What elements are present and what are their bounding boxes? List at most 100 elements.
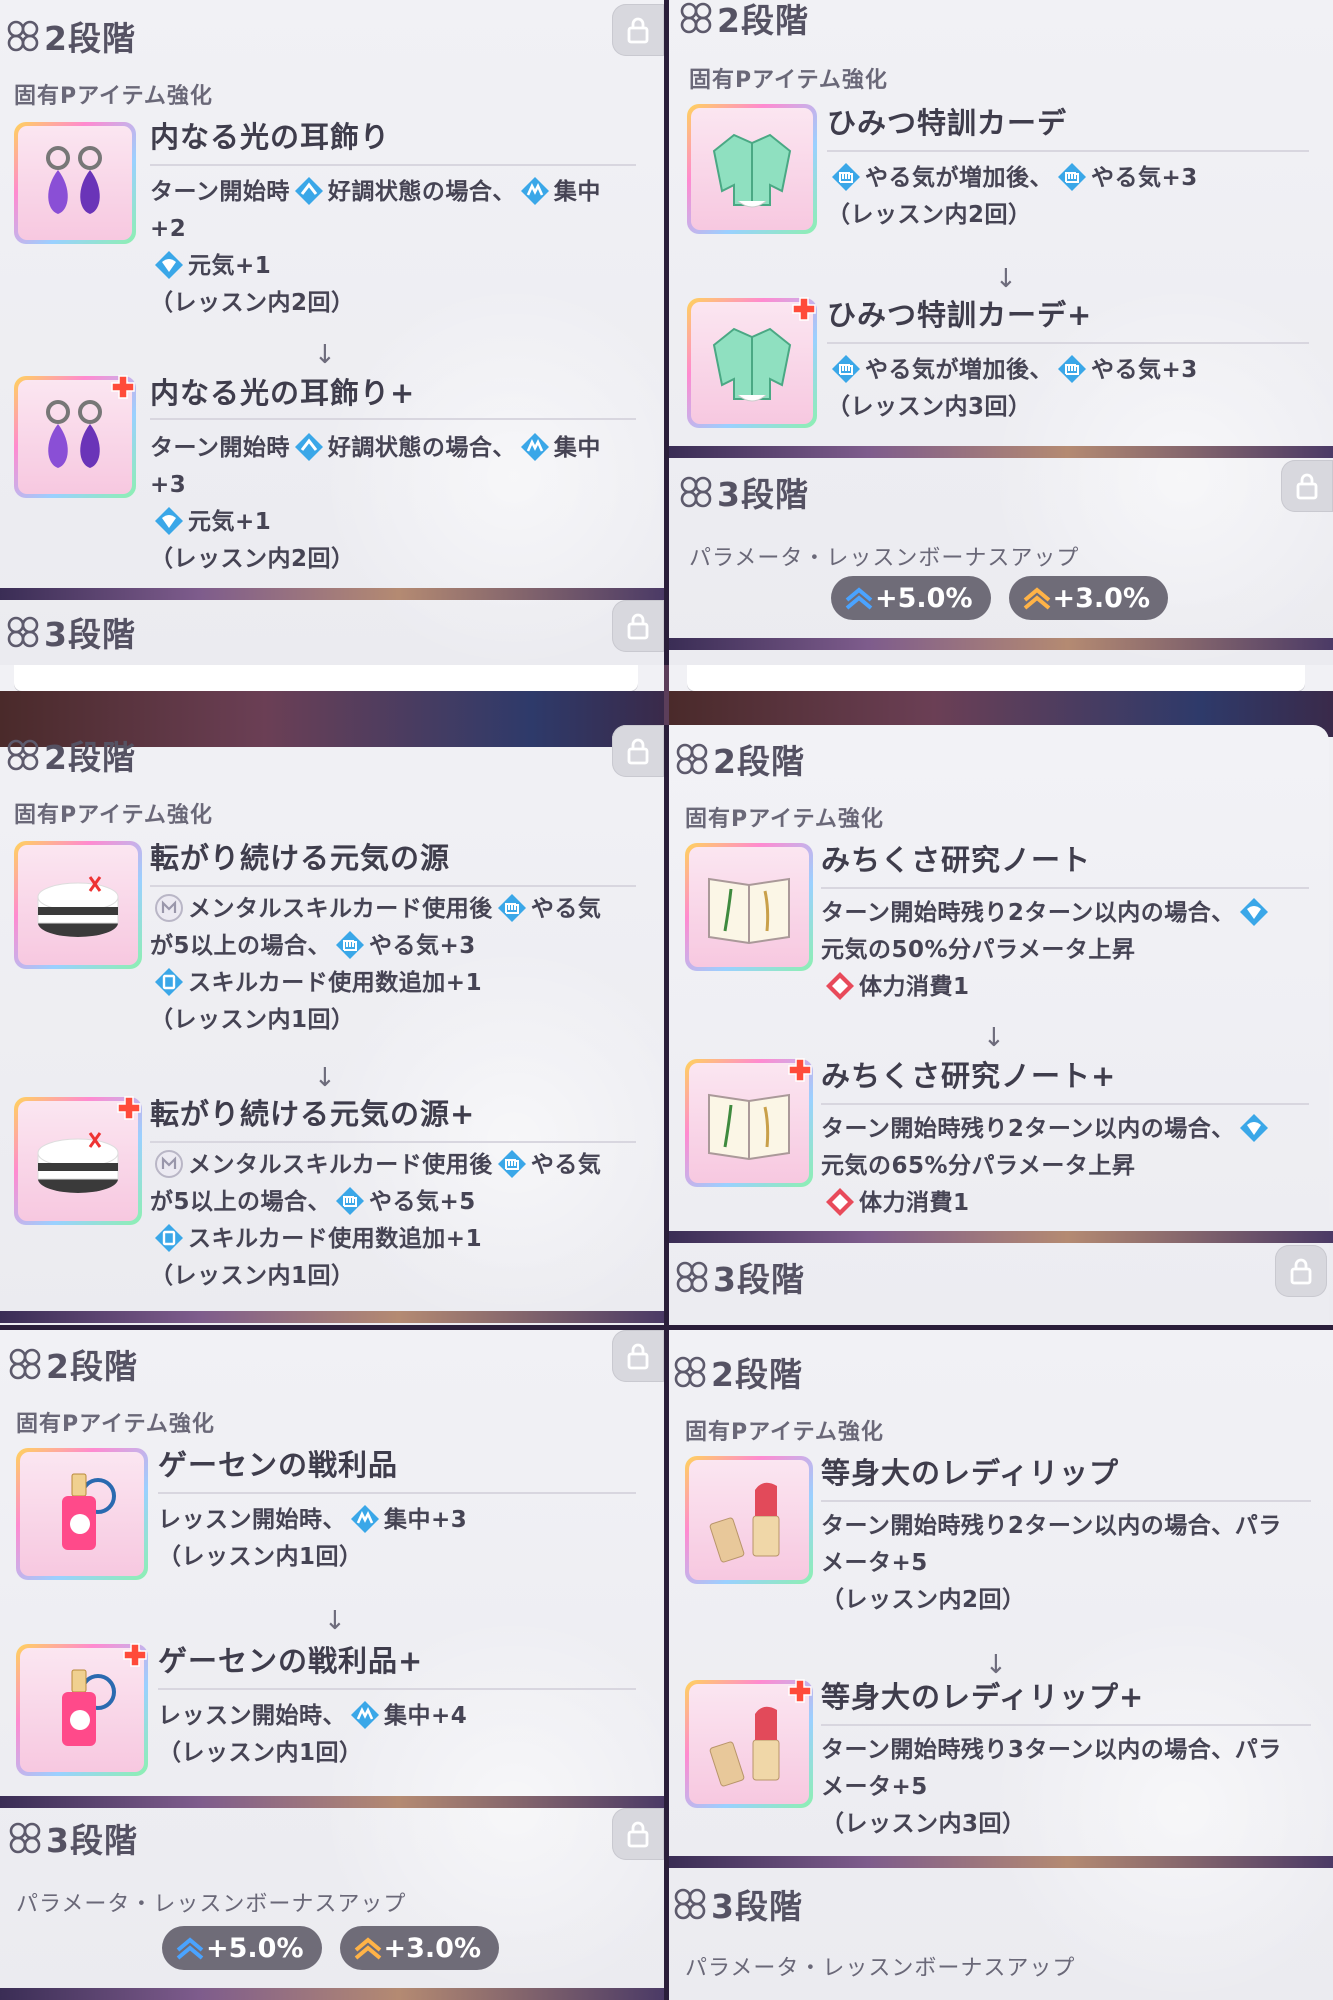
item-icon	[687, 104, 817, 234]
lock-icon[interactable]	[612, 725, 664, 777]
double-up-orange-icon	[354, 1936, 382, 1960]
item-name: 転がり続ける元気の源	[150, 841, 451, 875]
stage-title: 3段階	[44, 615, 136, 654]
bonus-label: パラメータ・レッスンボーナスアップ	[16, 1892, 407, 1917]
upgrade-arrow: ↓	[995, 264, 1017, 294]
vigor-icon	[1239, 897, 1269, 927]
effect-text: ターン開始時残り2ターン以内の場合、 元気の50%分パラメータ上昇 体力消費1	[821, 895, 1321, 1006]
bonus-orange-badge: +3.0%	[339, 1926, 500, 1970]
item-name-plus: みちくさ研究ノート+	[821, 1059, 1117, 1093]
item-name: ゲーセンの戦利品	[158, 1448, 399, 1482]
lock-icon[interactable]	[1275, 1245, 1327, 1297]
stage-3-header: 3段階	[6, 608, 136, 656]
lock-icon[interactable]	[1281, 460, 1333, 512]
section-label: 固有Pアイテム強化	[685, 1420, 884, 1445]
stage-2-header: 2段階	[6, 12, 136, 60]
stage-2-header: 2段階	[8, 1340, 138, 1388]
double-up-blue-icon	[176, 1936, 204, 1960]
effect-text: ターン開始時残り2ターン以内の場合、パラ メータ+5 （レッスン内2回）	[821, 1513, 1282, 1613]
stage-2-header: 2段階	[6, 731, 136, 779]
section-label: 固有Pアイテム強化	[16, 1412, 215, 1437]
panel-earrings: 2段階 固有Pアイテム強化 内なる光の耳飾り ターン開始時 好調状態の場合、 集中 …	[0, 0, 664, 665]
upgrade-arrow: ↓	[324, 1606, 346, 1636]
item-icon	[16, 1448, 148, 1580]
lock-icon[interactable]	[612, 1330, 664, 1382]
item-name-plus: 等身大のレディリップ+	[821, 1680, 1145, 1714]
nail-polish-icon	[62, 1669, 116, 1746]
item-icon	[14, 122, 136, 244]
item-name-plus: ひみつ特訓カーデ+	[827, 298, 1093, 332]
name-divider	[150, 418, 636, 420]
vigor-icon	[154, 250, 184, 280]
lock-icon[interactable]	[612, 1808, 664, 1860]
stage-title: 3段階	[711, 1887, 803, 1926]
mental-icon	[154, 1149, 184, 1179]
name-divider	[821, 1500, 1311, 1502]
focus-icon	[520, 432, 550, 462]
item-icon-plus	[687, 298, 817, 428]
item-icon-plus	[16, 1644, 148, 1776]
stage-title: 3段階	[46, 1821, 138, 1860]
name-divider	[827, 150, 1309, 152]
bonus-orange-badge: +3.0%	[1008, 576, 1169, 620]
vigor-icon	[1239, 1113, 1269, 1143]
section-divider	[0, 1311, 664, 1323]
section-divider	[0, 1796, 664, 1808]
clover-icon	[6, 615, 40, 649]
item-name: ひみつ特訓カーデ	[827, 106, 1068, 140]
effect-text-plus: ターン開始時残り2ターン以内の場合、 元気の65%分パラメータ上昇 体力消費1	[821, 1111, 1321, 1222]
section-divider	[669, 1856, 1333, 1868]
previous-card	[687, 665, 1305, 691]
item-icon	[685, 1456, 813, 1584]
name-divider	[821, 1724, 1311, 1726]
previous-card	[14, 665, 638, 691]
stage-2-header: 2段階	[675, 735, 805, 783]
item-name-plus: ゲーセンの戦利品+	[158, 1644, 424, 1678]
bonus-row: +5.0% +3.0%	[162, 1926, 500, 1970]
name-divider	[827, 342, 1309, 344]
section-divider	[669, 638, 1333, 650]
stage-title: 2段階	[713, 742, 805, 781]
item-icon	[14, 841, 142, 969]
card-count-icon	[154, 967, 184, 997]
lipstick-icon	[709, 1706, 780, 1787]
good-condition-icon	[294, 432, 324, 462]
name-divider	[158, 1688, 636, 1690]
name-divider	[150, 885, 636, 887]
motivation-icon	[335, 930, 365, 960]
clover-icon	[6, 738, 40, 772]
item-name-plus: 内なる光の耳飾り+	[150, 376, 416, 410]
lock-icon[interactable]	[612, 4, 664, 56]
stage-title: 3段階	[717, 475, 809, 514]
upgrade-arrow: ↓	[314, 1063, 336, 1093]
effect-text-plus: メンタルスキルカード使用後 やる気 が5以上の場合、 やる気+5 スキルカード使用数…	[150, 1147, 660, 1295]
mental-icon	[154, 893, 184, 923]
clover-icon	[675, 742, 709, 776]
item-icon-plus	[14, 376, 136, 498]
cardigan-icon	[712, 327, 792, 402]
section-divider	[0, 1988, 664, 2000]
stage-3-header: 3段階	[673, 1880, 803, 1928]
clover-icon	[679, 1, 713, 35]
upgrade-arrow: ↓	[983, 1023, 1005, 1053]
focus-icon	[520, 176, 550, 206]
item-icon	[685, 843, 813, 971]
lipstick-icon	[709, 1482, 780, 1563]
motivation-icon	[831, 354, 861, 384]
plus-icon	[110, 374, 136, 400]
stamina-cost-icon	[825, 971, 855, 1001]
plus-icon	[122, 1642, 148, 1668]
stage-3-header: 3段階	[679, 468, 809, 516]
notebook-icon	[708, 1093, 790, 1161]
card-count-icon	[154, 1223, 184, 1253]
panel-nail-polish: 2段階 固有Pアイテム強化 ゲーセンの戦利品 レッスン開始時、 集中+3 （レッス…	[0, 1330, 664, 2000]
clover-icon	[8, 1821, 42, 1855]
effect-text: メンタルスキルカード使用後 やる気 が5以上の場合、 やる気+3 スキルカード使用数…	[150, 891, 660, 1039]
notebook-icon	[708, 877, 790, 945]
lock-icon[interactable]	[612, 600, 664, 652]
stage-title: 2段階	[44, 19, 136, 58]
stage-title: 2段階	[46, 1347, 138, 1386]
item-icon-plus	[14, 1097, 142, 1225]
clover-icon	[673, 1355, 707, 1389]
stage-3-header: 3段階	[8, 1814, 138, 1862]
